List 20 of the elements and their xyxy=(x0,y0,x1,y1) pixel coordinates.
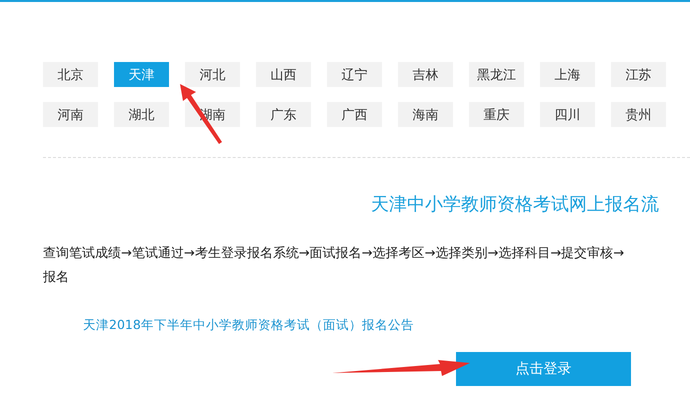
province-button[interactable]: 四川 xyxy=(540,102,595,127)
province-button[interactable]: 贵州 xyxy=(611,102,666,127)
province-button[interactable]: 辽宁 xyxy=(327,62,382,87)
province-button[interactable]: 河南 xyxy=(43,102,98,127)
province-button[interactable]: 广西 xyxy=(327,102,382,127)
province-button[interactable]: 北京 xyxy=(43,62,98,87)
page-title: 天津中小学教师资格考试网上报名流 xyxy=(371,193,660,216)
annotation-arrow-icon xyxy=(180,84,224,144)
province-button[interactable]: 江苏 xyxy=(611,62,666,87)
province-button[interactable]: 吉林 xyxy=(398,62,453,87)
province-button[interactable]: 海南 xyxy=(398,102,453,127)
province-button[interactable]: 广东 xyxy=(256,102,311,127)
province-button[interactable]: 山西 xyxy=(256,62,311,87)
province-button[interactable]: 上海 xyxy=(540,62,595,87)
province-button[interactable]: 湖北 xyxy=(114,102,169,127)
process-text: 查询笔试成绩→笔试通过→考生登录报名系统→面试报名→选择考区→选择类别→选择科目→提交审核→ xyxy=(43,245,626,263)
province-button[interactable]: 河北 xyxy=(185,62,240,87)
province-button[interactable]: 黑龙江 xyxy=(469,62,524,87)
province-button[interactable]: 重庆 xyxy=(469,102,524,127)
process-text: 报名 xyxy=(43,269,70,287)
